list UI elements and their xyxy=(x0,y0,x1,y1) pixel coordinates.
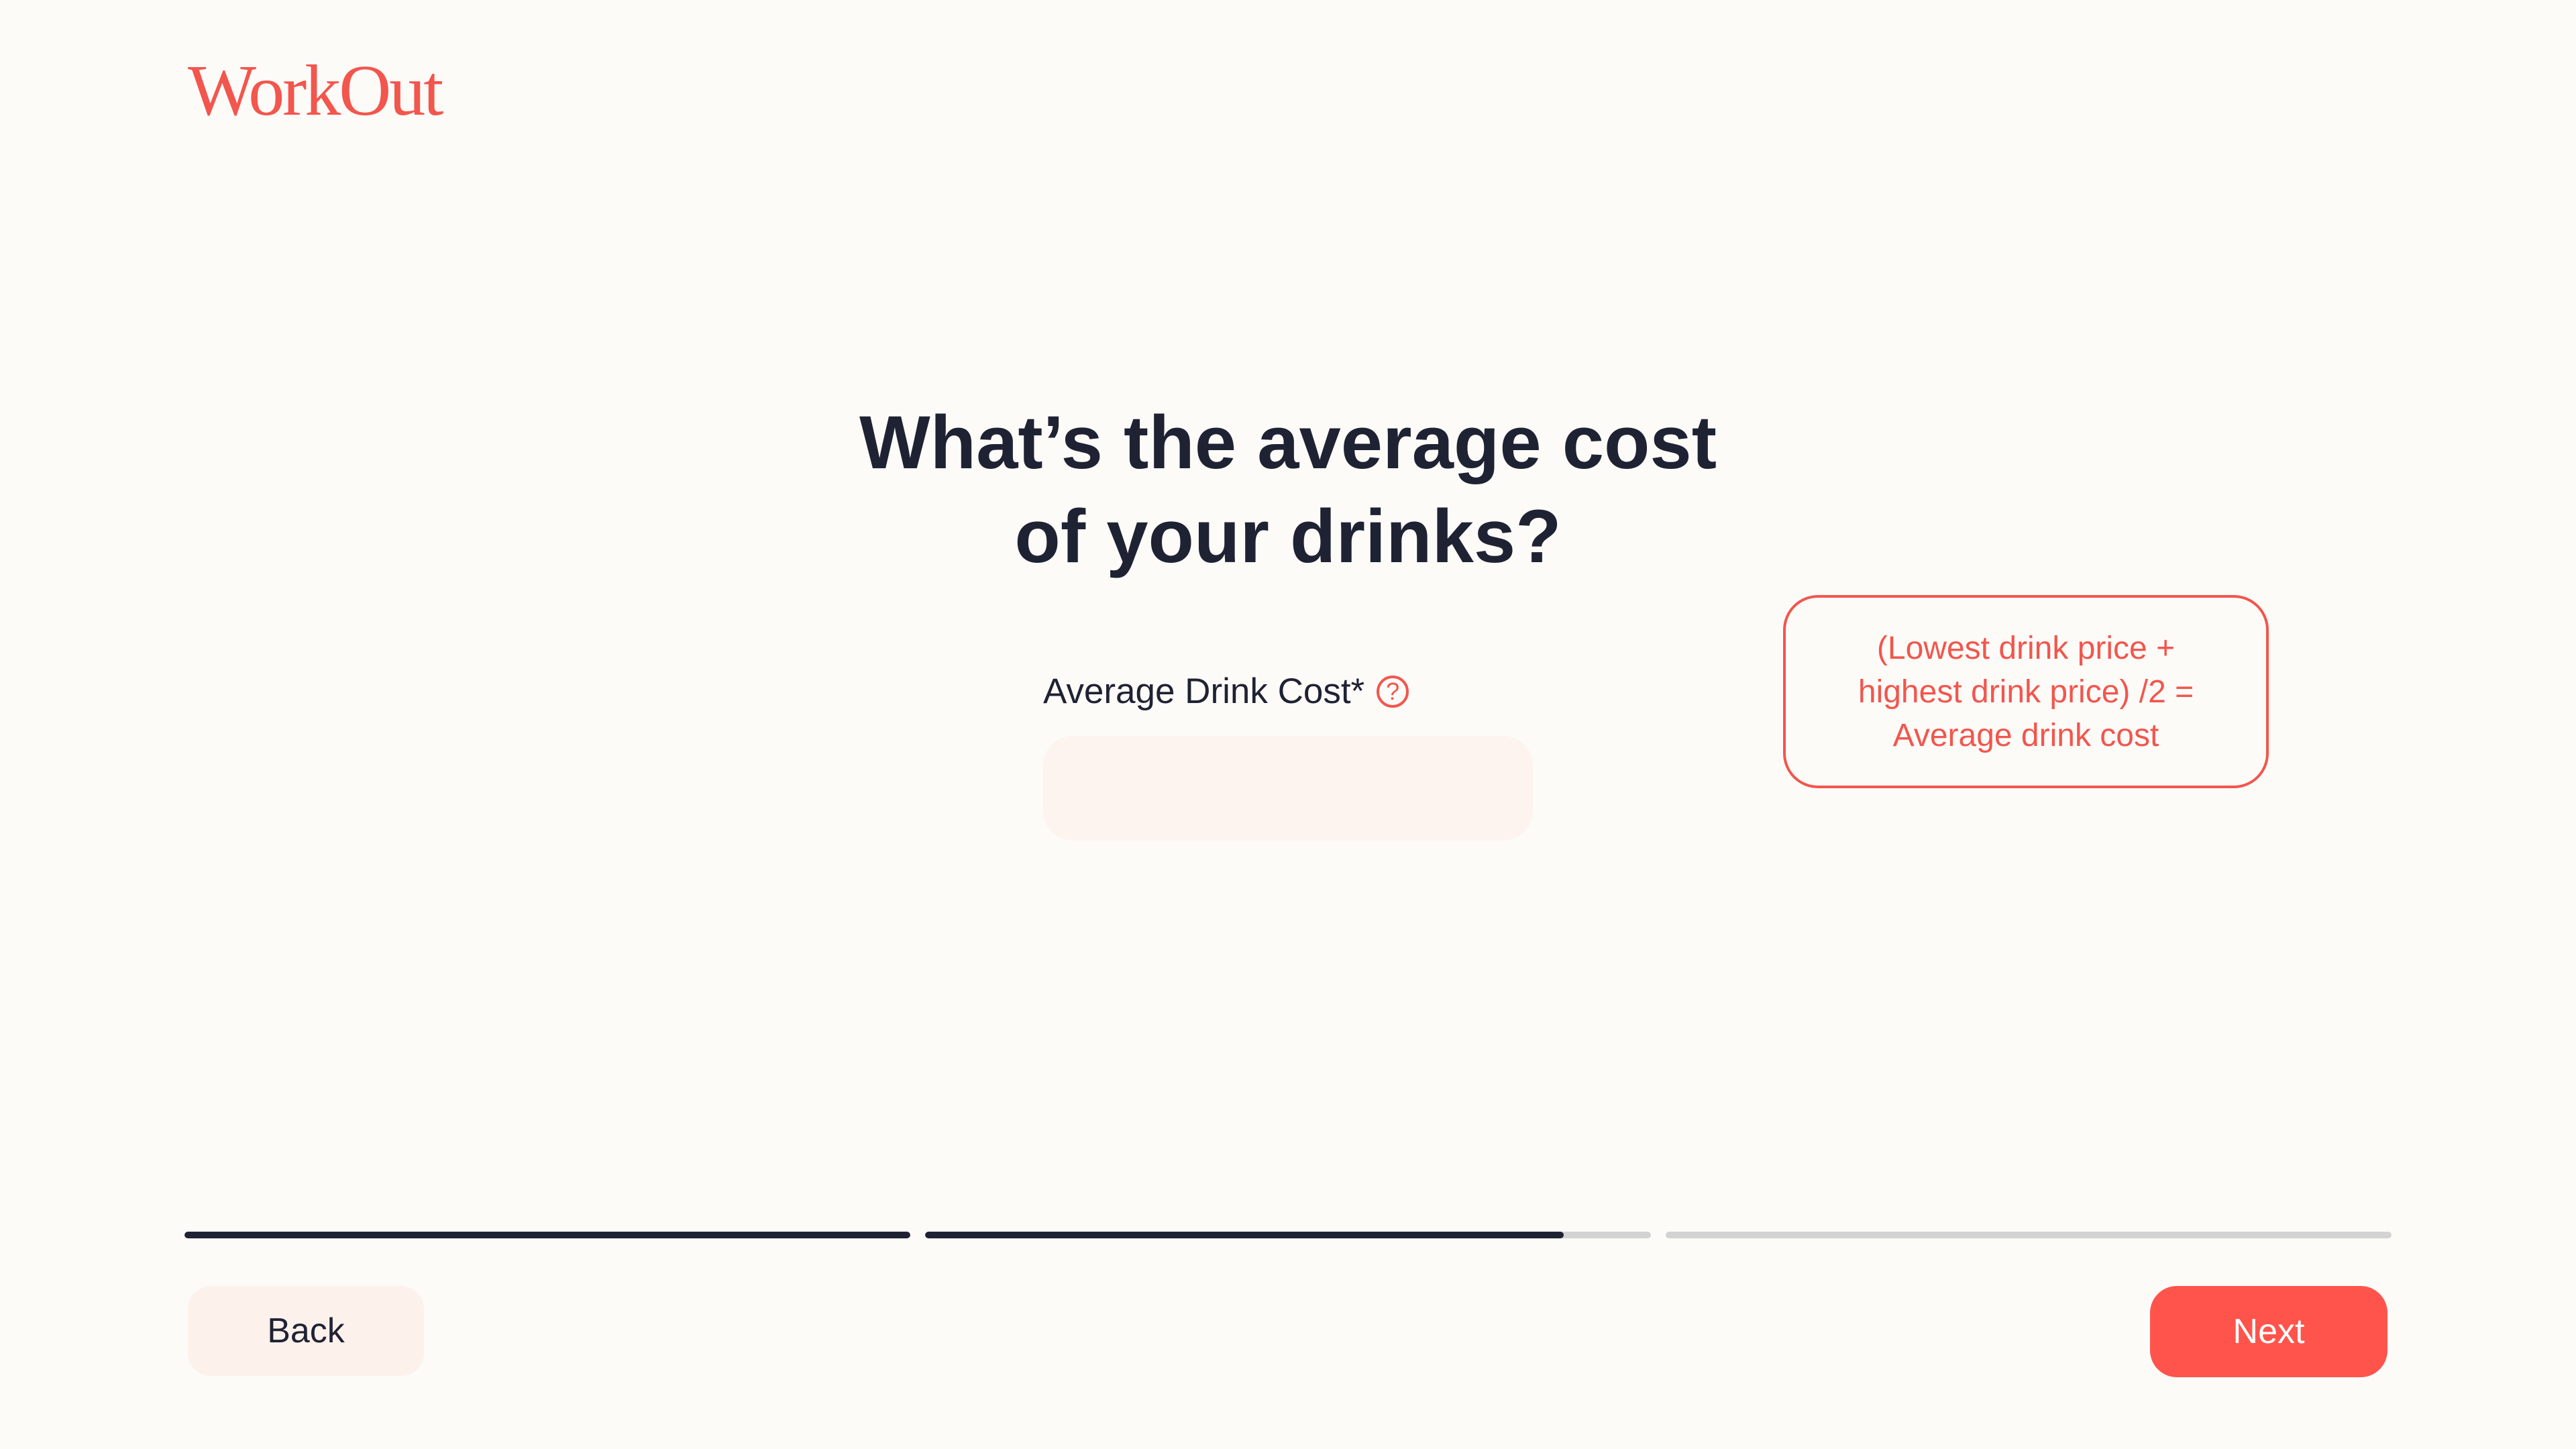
question-heading: What’s the average cost of your drinks? xyxy=(0,396,2576,584)
tooltip-line-3: Average drink cost xyxy=(1892,717,2159,753)
average-drink-cost-input[interactable] xyxy=(1043,736,1533,841)
progress-segment-1 xyxy=(184,1232,910,1238)
formula-tooltip: (Lowest drink price + highest drink pric… xyxy=(1783,595,2269,788)
progress-segment-3 xyxy=(1666,1232,2392,1238)
progress-segment-1-fill xyxy=(184,1232,910,1238)
average-drink-cost-label: Average Drink Cost* xyxy=(1043,672,1365,711)
tooltip-line-2: highest drink price) /2 = xyxy=(1858,674,2194,710)
progress-bar xyxy=(184,1232,2392,1238)
question-circle-icon[interactable]: ? xyxy=(1377,675,1409,708)
progress-segment-2-fill xyxy=(925,1232,1564,1238)
workout-logo: WorkOut xyxy=(188,51,443,131)
progress-segment-2 xyxy=(925,1232,1651,1238)
next-button[interactable]: Next xyxy=(2150,1286,2387,1377)
back-button[interactable]: Back xyxy=(188,1286,424,1376)
question-line-1: What’s the average cost xyxy=(859,400,1717,484)
tooltip-line-1: (Lowest drink price + xyxy=(1876,630,2176,666)
average-drink-cost-label-row: Average Drink Cost* ? xyxy=(1043,671,1409,712)
question-line-2: of your drinks? xyxy=(1014,494,1562,578)
